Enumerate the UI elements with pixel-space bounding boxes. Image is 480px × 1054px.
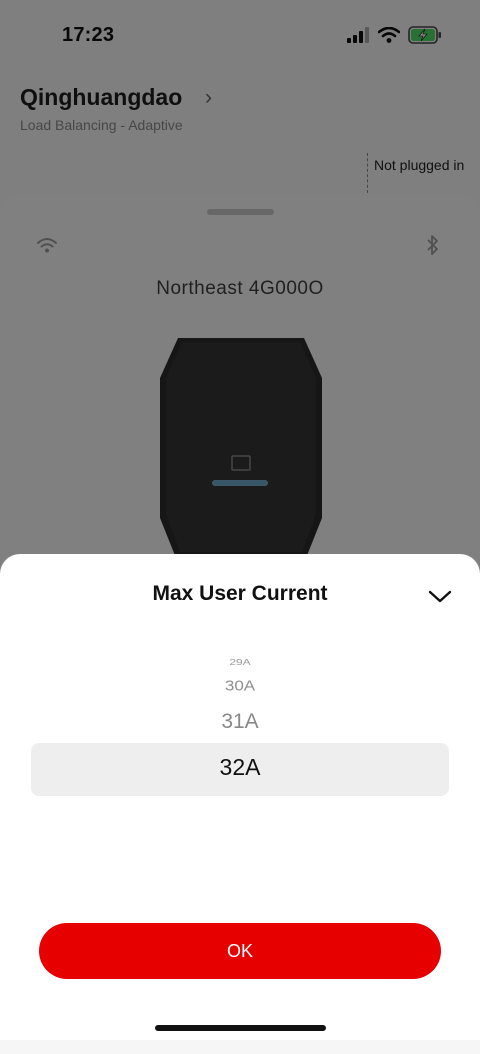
home-indicator[interactable] [155, 1025, 326, 1031]
picker-option-selected[interactable]: 32A [0, 754, 480, 781]
picker-option[interactable]: 30A [0, 677, 480, 695]
chevron-down-icon[interactable] [426, 584, 454, 608]
picker-option[interactable]: 31A [0, 710, 480, 734]
max-current-sheet: Max User Current 29A 30A 31A 32A OK [0, 554, 480, 1040]
ok-button[interactable]: OK [39, 923, 441, 979]
sheet-title: Max User Current [152, 582, 328, 605]
picker-option[interactable]: 29A [0, 657, 480, 667]
